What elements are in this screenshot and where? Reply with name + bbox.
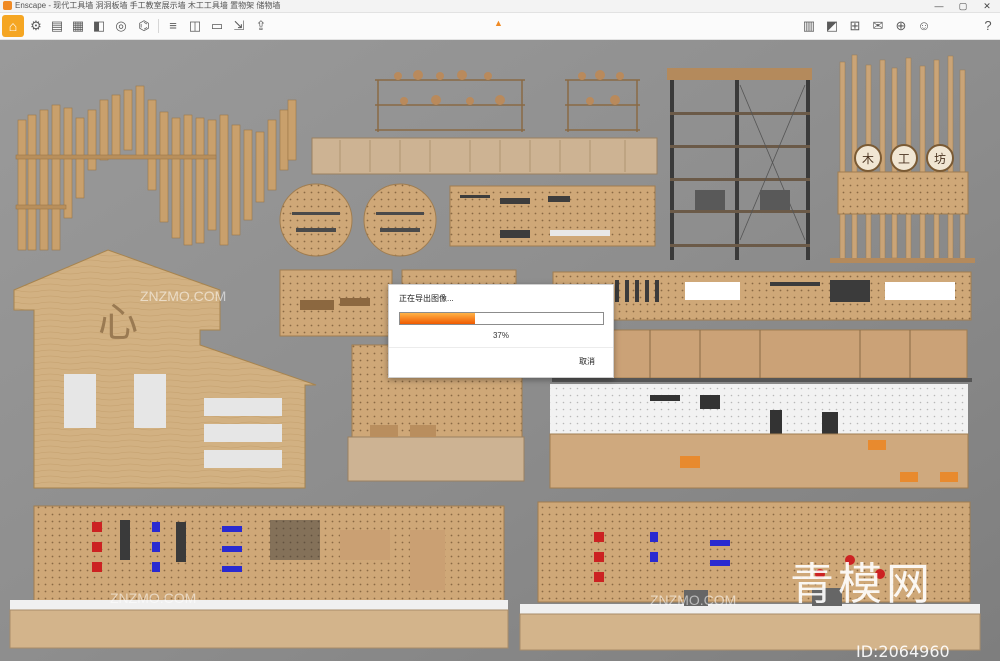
dialog-divider — [389, 347, 613, 348]
cancel-button[interactable]: 取消 — [579, 356, 595, 367]
maximize-button[interactable]: ▢ — [952, 0, 974, 12]
long-cabinet — [311, 137, 658, 175]
pdf-icon[interactable]: ▦ — [69, 17, 87, 35]
upper-cubby-shelf — [611, 329, 968, 379]
export-icon[interactable]: ⇲ — [230, 17, 248, 35]
watermark-id: ID:2064960 — [856, 642, 950, 661]
settings-icon[interactable]: ⚙ — [27, 17, 45, 35]
watermark-site-2: ZNZMO.COM — [650, 592, 737, 608]
capture-icon[interactable]: ⊞ — [846, 17, 864, 35]
home-icon[interactable]: ⌂ — [2, 15, 24, 37]
progress-bar — [399, 312, 604, 325]
sign-char-1: 木 — [862, 152, 874, 166]
watermark-site-1: ZNZMO.COM — [140, 288, 227, 304]
pegboard-small-1 — [279, 269, 393, 337]
compass-icon[interactable]: ⊕ — [892, 17, 910, 35]
enscape-logo-icon — [3, 1, 12, 10]
upload-icon[interactable]: ⇪ — [252, 17, 270, 35]
watermark-brand: 青模网 — [790, 559, 934, 610]
round-pegboard-2 — [363, 183, 437, 257]
info-icon[interactable]: ? — [979, 17, 997, 35]
sign-char-2: 工 — [898, 152, 910, 166]
layers-icon[interactable]: ≡ — [164, 17, 182, 35]
sign-char-3: 坊 — [934, 151, 946, 166]
image-icon[interactable]: ◫ — [186, 17, 204, 35]
toolbar-divider — [158, 19, 159, 33]
watermark-site-3: ZNZMO.COM — [110, 590, 197, 606]
window-title: Enscape - 现代工具墙 洞洞板墙 手工教室展示墙 木工工具墙 置物架 储… — [15, 1, 281, 10]
export-progress-dialog: 正在导出图像... 37% 取消 — [388, 284, 614, 378]
white-pegboard — [550, 384, 968, 434]
house-char: 心 — [98, 300, 138, 346]
round-pegboard-1 — [279, 183, 353, 257]
view-icon[interactable]: ◩ — [823, 17, 841, 35]
workbench-left — [9, 609, 509, 649]
camera-icon[interactable]: ▭ — [208, 17, 226, 35]
library-icon[interactable]: ▥ — [800, 17, 818, 35]
asset-library-icon[interactable]: ⌬ — [135, 17, 153, 35]
dialog-title: 正在导出图像... — [399, 294, 454, 303]
feedback-icon[interactable]: ✉ — [869, 17, 887, 35]
close-button[interactable]: ✕ — [976, 0, 998, 12]
document-icon[interactable]: ▤ — [48, 17, 66, 35]
video-icon[interactable]: ◧ — [90, 17, 108, 35]
user-icon[interactable]: ☺ — [915, 17, 933, 35]
minimize-button[interactable]: — — [928, 0, 950, 12]
vr-icon[interactable]: ◎ — [112, 17, 130, 35]
progress-bar-fill — [400, 313, 476, 324]
title-bar: Enscape - 现代工具墙 洞洞板墙 手工教室展示墙 木工工具墙 置物架 储… — [0, 0, 1000, 13]
progress-percent: 37% — [492, 331, 509, 340]
collapse-toolbar-icon[interactable]: ▲ — [494, 18, 503, 28]
